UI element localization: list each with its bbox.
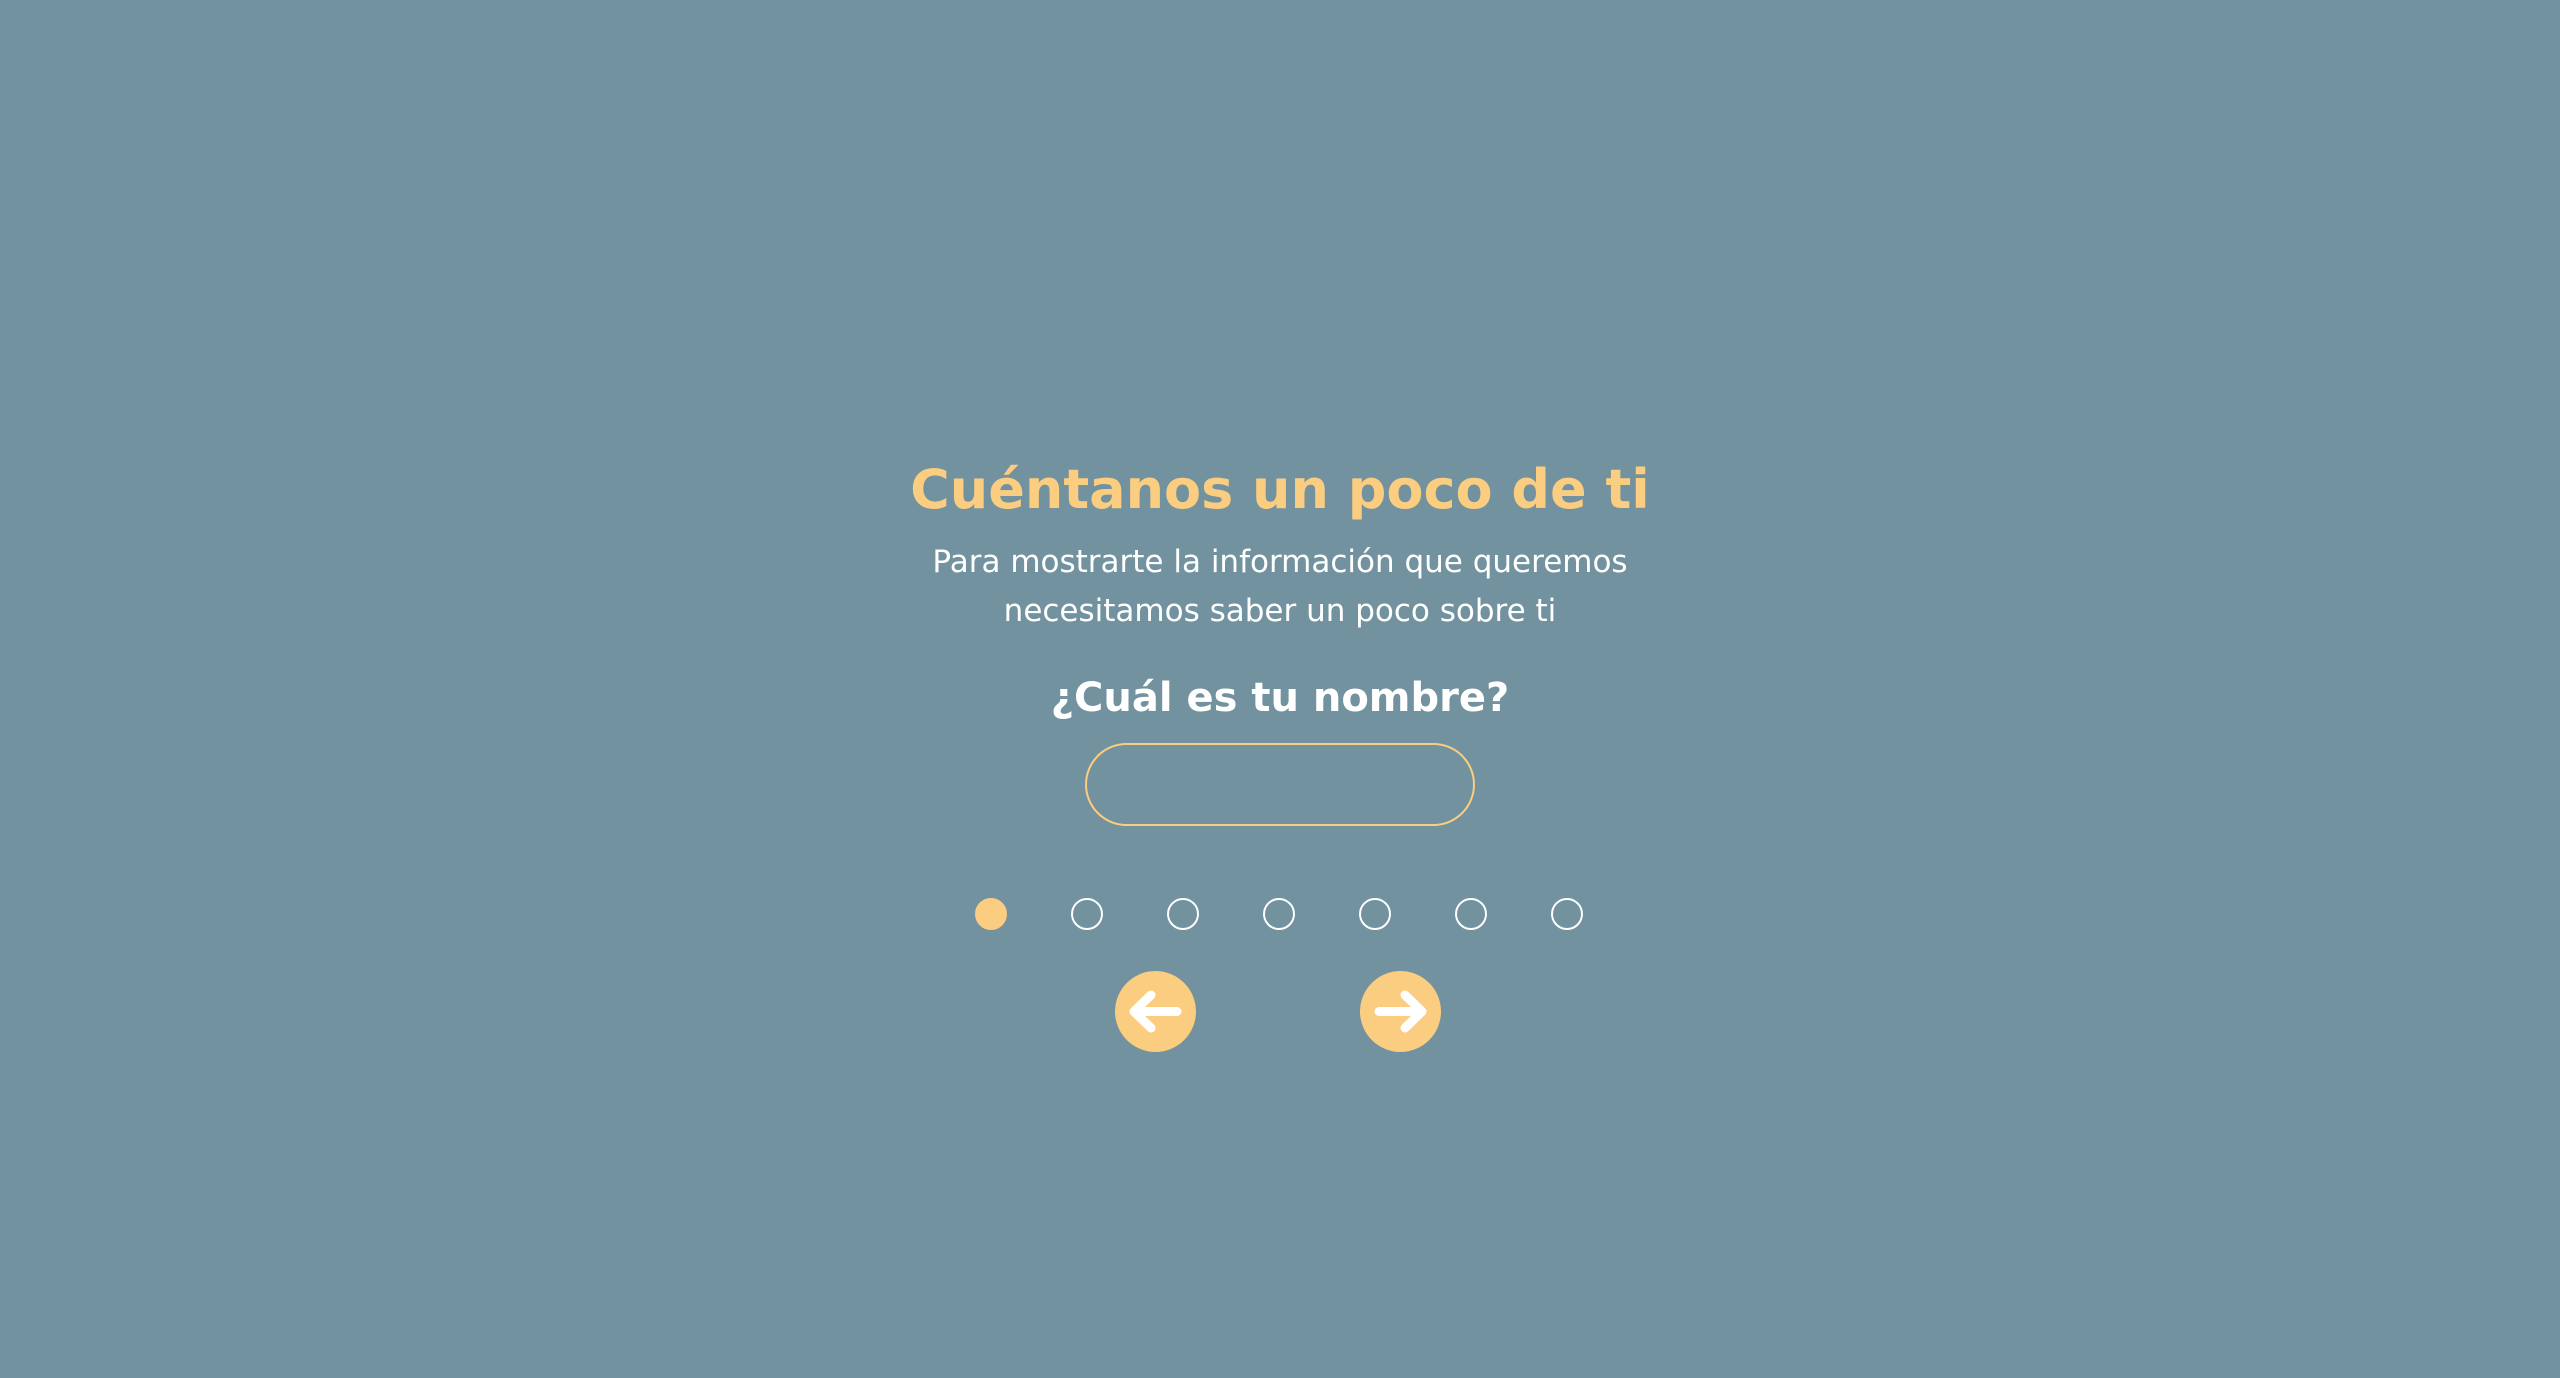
page-title: Cuéntanos un poco de ti [910, 458, 1650, 521]
arrow-left-icon [1115, 971, 1196, 1052]
step-dot-7[interactable] [1551, 898, 1583, 930]
step-dot-5[interactable] [1359, 898, 1391, 930]
onboarding-wizard: Cuéntanos un poco de ti Para mostrarte l… [0, 0, 2560, 1378]
step-dot-2[interactable] [1071, 898, 1103, 930]
step-dot-3[interactable] [1167, 898, 1199, 930]
step-dot-1[interactable] [975, 898, 1007, 930]
arrow-right-icon [1360, 971, 1441, 1052]
step-dot-4[interactable] [1263, 898, 1295, 930]
previous-button[interactable] [1115, 971, 1196, 1052]
page-subtitle: Para mostrarte la información que querem… [932, 544, 1628, 629]
name-input[interactable] [1085, 743, 1475, 826]
name-question-label: ¿Cuál es tu nombre? [1050, 675, 1510, 721]
next-button[interactable] [1360, 971, 1441, 1052]
step-dot-6[interactable] [1455, 898, 1487, 930]
